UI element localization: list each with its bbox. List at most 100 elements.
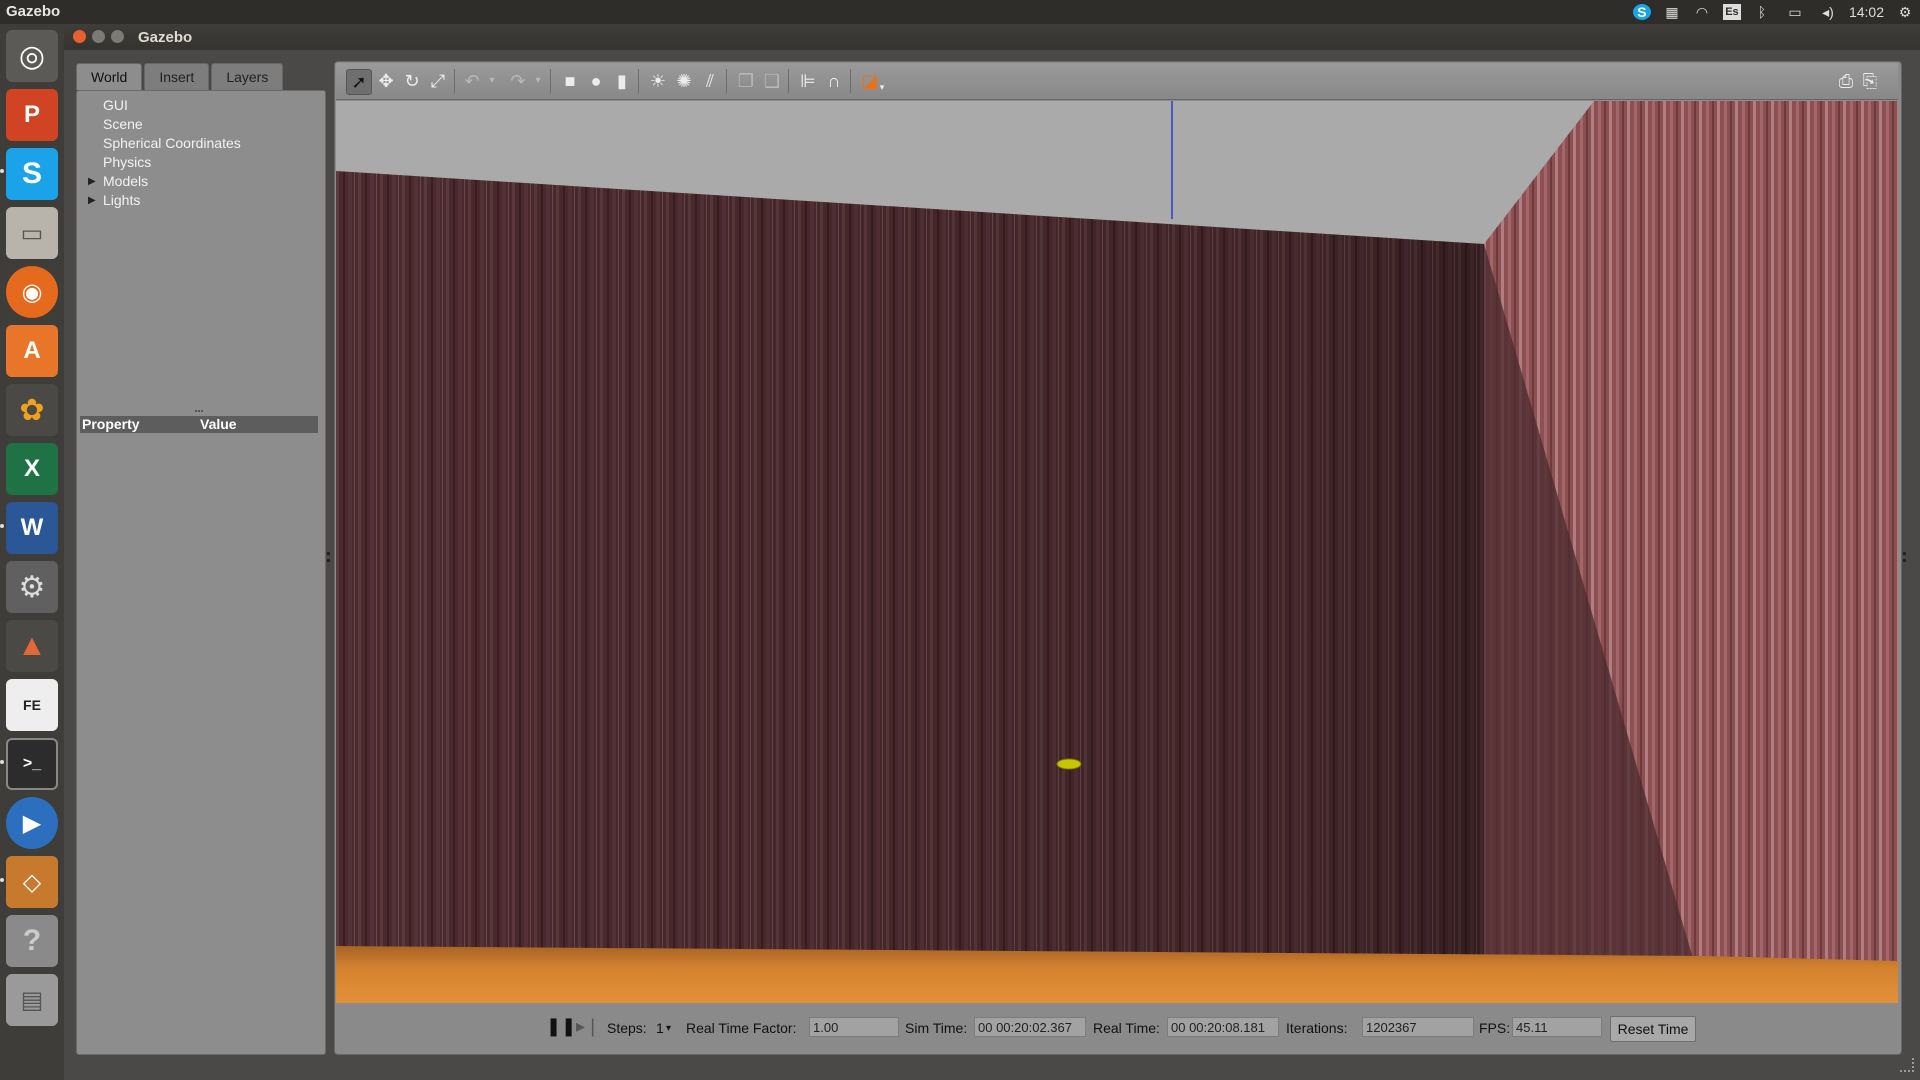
tree-item-gui[interactable]: GUI (88, 96, 241, 115)
window-title-bar: Gazebo (64, 24, 1920, 50)
spot-light-icon[interactable]: ✺ (672, 69, 696, 93)
select-tool-icon[interactable]: ➚ (346, 69, 372, 95)
translate-tool-icon[interactable]: ✥ (374, 69, 398, 93)
powerpoint-icon[interactable]: P (6, 89, 58, 141)
ubuntu-dash-icon[interactable]: ◎ (6, 30, 58, 82)
snap-magnet-icon[interactable]: ∩ (822, 69, 846, 93)
toolbar-separator (550, 69, 551, 93)
tree-item-models[interactable]: ▶ Models (88, 172, 241, 191)
tree-item-label: Spherical Coordinates (103, 135, 241, 151)
tab-world[interactable]: World (76, 63, 143, 90)
system-settings-icon[interactable]: ⚙ (6, 561, 58, 613)
sim-time-label: Sim Time: (905, 1020, 968, 1036)
left-wall-shading (336, 171, 1484, 1003)
terminal-icon[interactable]: >_ (6, 738, 58, 790)
real-time-field[interactable]: 00 00:20:08.181 (1167, 1017, 1279, 1037)
running-indicator (0, 169, 4, 173)
software-center-icon[interactable]: A (6, 325, 58, 377)
pdf-editor-icon[interactable]: FE (6, 679, 58, 731)
undo-dropdown-icon[interactable]: ▾ (480, 69, 504, 93)
skype-icon[interactable]: S (6, 148, 58, 200)
screenshot-camera-icon[interactable]: ⎙ (1834, 69, 1858, 93)
tree-item-spherical-coordinates[interactable]: Spherical Coordinates (88, 134, 241, 153)
firefox-icon[interactable]: ◉ (6, 266, 58, 318)
real-time-factor-field[interactable]: 1.00 (809, 1017, 899, 1037)
value-column-header[interactable]: Value (200, 416, 237, 432)
left-panel-resize-handle[interactable] (327, 552, 333, 562)
pause-icon[interactable]: ❚❚ (546, 1016, 576, 1037)
box-shape-icon[interactable]: ■ (558, 69, 582, 93)
gazebo-icon[interactable]: ◇ (6, 856, 58, 908)
cylinder-shape-icon[interactable]: ▮ (610, 69, 634, 93)
directional-light-icon[interactable]: ⫽ (698, 69, 722, 93)
window-close-button[interactable] (73, 30, 86, 43)
toolbar-separator (726, 69, 727, 93)
steps-value[interactable]: 1 (656, 1020, 664, 1036)
tree-item-lights[interactable]: ▶ Lights (88, 191, 241, 210)
removable-drive-icon[interactable]: ▤ (6, 974, 58, 1026)
render-toolbar: ➚ ✥ ↻ ⤢ ↶ ▾ ↷ ▾ ■ ● ▮ ☀ ✺ ⫽ ❐ ❑ ⊫ ∩ ◪ ▾ … (336, 63, 1898, 100)
paste-icon[interactable]: ❑ (760, 69, 784, 93)
help-icon[interactable]: ? (6, 915, 58, 967)
clock[interactable]: 14:02 (1849, 4, 1884, 20)
settings-gear-icon[interactable]: ⚙ (1896, 4, 1914, 20)
files-icon[interactable]: ▭ (6, 207, 58, 259)
view-angle-dropdown-icon[interactable]: ▾ (870, 75, 894, 99)
right-panel-resize-handle[interactable] (1903, 552, 1909, 562)
expand-arrow-icon[interactable]: ▶ (88, 172, 96, 191)
system-top-bar: Gazebo S ▦ ◠ Es ᛒ ▭ ◂) 14:02 ⚙ (0, 0, 1920, 24)
window-title: Gazebo (138, 29, 193, 46)
skype-tray-icon[interactable]: S (1632, 4, 1651, 20)
active-app-name: Gazebo (6, 3, 61, 20)
battery-icon[interactable]: ▭ (1783, 4, 1807, 20)
word-icon[interactable]: W (6, 502, 58, 554)
panel-splitter-handle[interactable] (195, 410, 203, 415)
steps-label: Steps: (607, 1020, 647, 1036)
steps-dropdown-icon[interactable]: ▾ (666, 1023, 671, 1034)
volume-icon[interactable]: ◂) (1819, 4, 1837, 20)
toolbar-separator (850, 69, 851, 93)
property-column-header[interactable]: Property (82, 416, 140, 432)
expand-arrow-icon[interactable]: ▶ (88, 191, 96, 210)
system-app-icon[interactable]: ✿ (6, 384, 58, 436)
matlab-icon[interactable]: ▲ (6, 620, 58, 672)
rotate-tool-icon[interactable]: ↻ (400, 69, 424, 93)
sphere-shape-icon[interactable]: ● (584, 69, 608, 93)
tab-insert[interactable]: Insert (144, 63, 210, 90)
redo-dropdown-icon[interactable]: ▾ (526, 69, 550, 93)
reset-time-button[interactable]: Reset Time (1610, 1016, 1696, 1042)
iterations-label: Iterations: (1286, 1020, 1348, 1036)
world-tree: GUI Scene Spherical Coordinates Physics … (88, 96, 241, 210)
window-minimize-button[interactable] (92, 30, 105, 43)
workspaces-icon[interactable]: ▦ (1663, 4, 1681, 20)
3d-viewport[interactable] (336, 101, 1898, 1003)
scale-tool-icon[interactable]: ⤢ (426, 69, 450, 93)
system-tray: S ▦ ◠ Es ᛒ ▭ ◂) 14:02 ⚙ (1632, 0, 1914, 24)
window-maximize-button[interactable] (111, 30, 124, 43)
bluetooth-icon[interactable]: ᛒ (1753, 4, 1771, 20)
fps-label: FPS: (1479, 1020, 1511, 1036)
tree-item-scene[interactable]: Scene (88, 115, 241, 134)
point-light-icon[interactable]: ☀ (646, 69, 670, 93)
copy-icon[interactable]: ❐ (734, 69, 758, 93)
keyboard-layout-icon[interactable]: Es (1722, 4, 1741, 20)
yellow-ball-model[interactable] (1056, 758, 1082, 770)
running-indicator (0, 524, 4, 528)
wifi-icon[interactable]: ◠ (1693, 4, 1711, 20)
excel-icon[interactable]: X (6, 443, 58, 495)
property-table-header: Property Value (80, 416, 318, 433)
sim-time-field[interactable]: 00 00:20:02.367 (974, 1017, 1086, 1037)
window-resize-grip[interactable] (1900, 1058, 1914, 1072)
record-log-icon[interactable]: ⎘ (1858, 69, 1882, 93)
tree-item-label: Lights (103, 192, 141, 208)
video-player-icon[interactable]: ▶ (6, 797, 58, 849)
align-icon[interactable]: ⊫ (796, 69, 820, 93)
tree-item-physics[interactable]: Physics (88, 153, 241, 172)
toolbar-separator (788, 69, 789, 93)
tree-item-label: GUI (103, 97, 128, 113)
left-panel-tabs: World Insert Layers (76, 63, 285, 91)
step-icon[interactable]: ▸❘ (576, 1016, 600, 1037)
tab-layers[interactable]: Layers (211, 63, 284, 90)
fps-field[interactable]: 45.11 (1512, 1017, 1602, 1037)
iterations-field[interactable]: 1202367 (1362, 1017, 1474, 1037)
